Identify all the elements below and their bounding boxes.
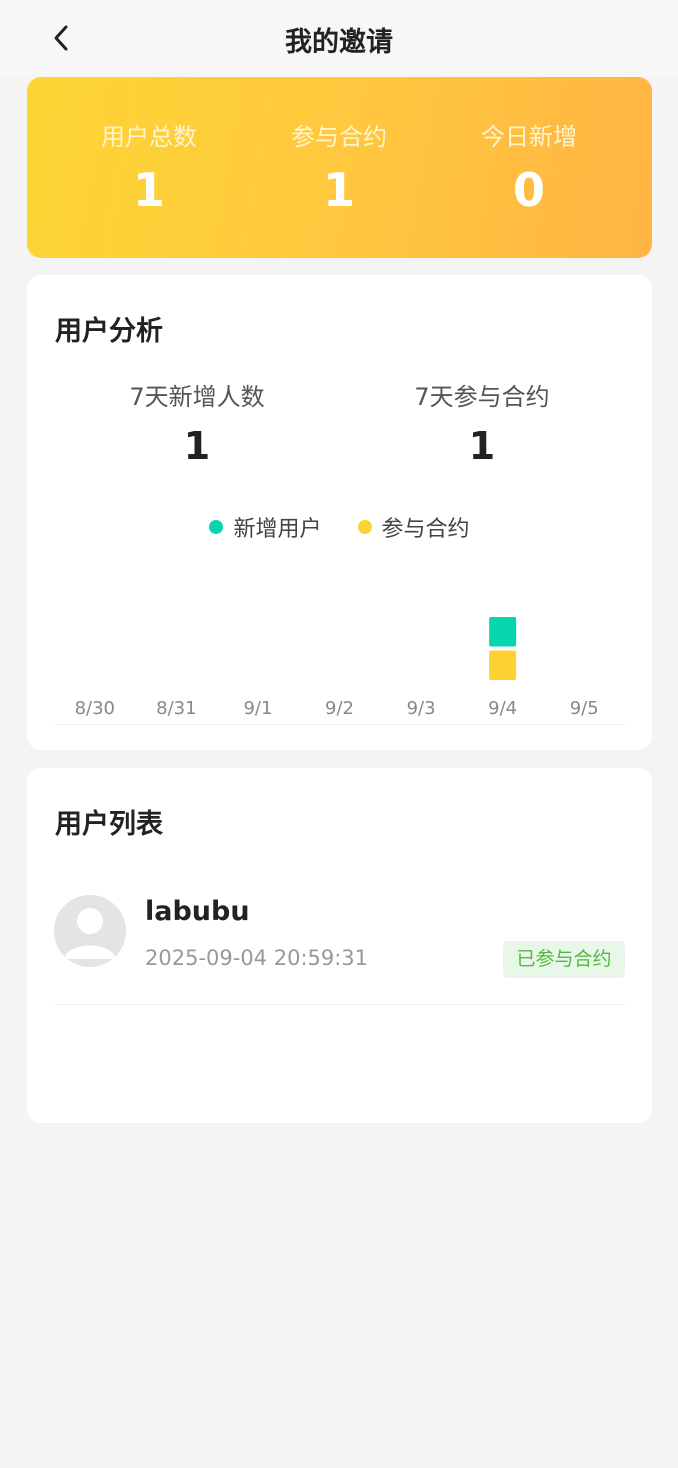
stat-label: 今日新增 — [481, 123, 577, 151]
user-avatar-icon — [54, 895, 126, 967]
row-divider — [54, 1004, 625, 1005]
user-join-time: 2025-09-04 20:59:31 — [145, 946, 369, 970]
stat-label: 用户总数 — [101, 123, 197, 151]
summary-value: 1 — [183, 424, 211, 468]
x-tick-label: 9/2 — [325, 698, 354, 719]
avatar — [54, 895, 126, 967]
summary-7day-contract: 7天参与合约 1 — [352, 377, 612, 468]
legend-item-new-users[interactable]: 新增用户 — [209, 511, 322, 543]
summary-label: 7天参与合约 — [414, 383, 550, 411]
x-tick-label: 9/4 — [488, 698, 517, 719]
stat-value: 0 — [512, 163, 545, 217]
user-name: labubu — [145, 896, 250, 927]
legend-label: 参与合约 — [381, 517, 470, 542]
status-badge: 已参与合约 — [503, 941, 625, 978]
chart-legend: 新增用户 参与合约 — [27, 511, 652, 543]
stats-card: 用户总数 1 参与合约 1 今日新增 0 — [27, 77, 652, 258]
legend-item-contract[interactable]: 参与合约 — [357, 511, 470, 543]
section-title: 用户列表 — [55, 809, 163, 840]
stat-today-new: 今日新增 0 — [429, 77, 629, 218]
x-tick-label: 9/3 — [407, 698, 436, 719]
x-tick-label: 8/31 — [156, 698, 196, 719]
section-title: 用户分析 — [55, 316, 163, 347]
bar-chart: 8/30 8/31 9/1 9/2 9/3 9/4 9/5 — [54, 617, 625, 725]
bar-新增用户-9/4[interactable] — [489, 617, 517, 647]
legend-label: 新增用户 — [233, 517, 322, 542]
summary-7day-new: 7天新增人数 1 — [67, 377, 327, 468]
x-tick-label: 8/30 — [75, 698, 115, 719]
stat-value: 1 — [132, 163, 165, 217]
legend-dot — [209, 520, 224, 534]
legend-dot — [357, 520, 372, 534]
stat-contract-participants: 参与合约 1 — [239, 77, 439, 218]
stat-total-users: 用户总数 1 — [49, 77, 249, 218]
nav-bar: 我的邀请 — [0, 0, 678, 77]
x-tick-label: 9/1 — [243, 698, 272, 719]
stat-label: 参与合约 — [291, 123, 387, 151]
stat-value: 1 — [322, 163, 355, 217]
summary-value: 1 — [468, 424, 496, 468]
x-tick-label: 9/5 — [570, 698, 599, 719]
page-title: 我的邀请 — [285, 27, 393, 58]
user-list-card: 用户列表 labubu 2025-09-04 20:59:31 已参与合约 — [27, 768, 652, 1123]
bar-参与合约-9/4[interactable] — [489, 650, 517, 681]
summary-label: 7天新增人数 — [129, 383, 265, 411]
user-analysis-card: 用户分析 7天新增人数 1 7天参与合约 1 新增用户 参与合约 8/30 8/3… — [27, 275, 652, 750]
